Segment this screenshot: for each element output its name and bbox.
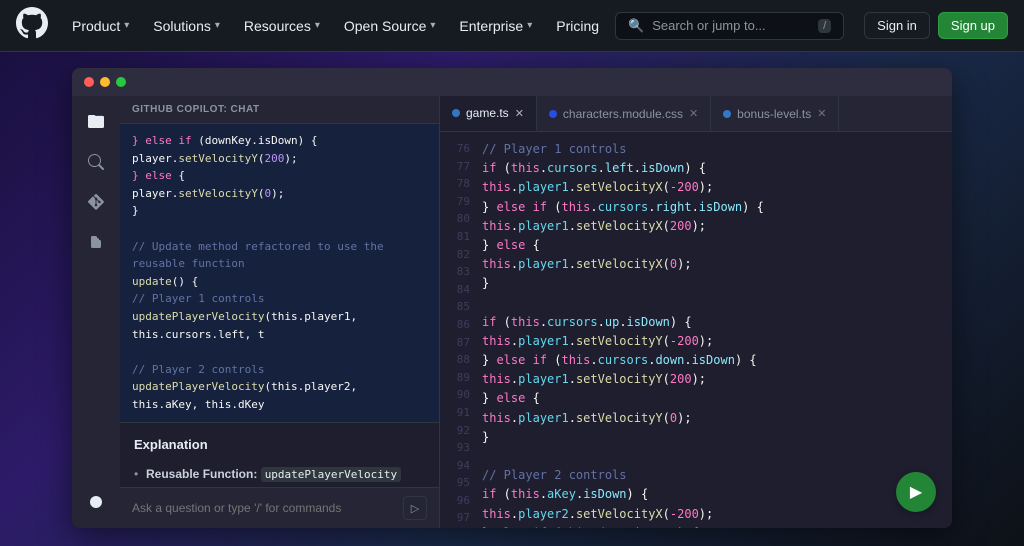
search-kbd: / xyxy=(818,19,831,33)
editor-window: GITHUB COPILOT: CHAT } else if (downKey.… xyxy=(72,68,952,528)
tab-close-characters-css[interactable]: ✕ xyxy=(689,107,698,120)
signup-button[interactable]: Sign up xyxy=(938,12,1008,39)
window-titlebar xyxy=(72,68,952,96)
line-numbers: 7677787980818283848586878889909192939495… xyxy=(440,132,482,528)
sidebar-icon-explorer[interactable] xyxy=(78,104,114,140)
chevron-down-icon: ▾ xyxy=(527,20,532,31)
chevron-down-icon: ▾ xyxy=(430,20,435,31)
tab-game-ts[interactable]: game.ts ✕ xyxy=(440,96,537,131)
tab-close-game-ts[interactable]: ✕ xyxy=(515,107,524,120)
chevron-down-icon: ▾ xyxy=(315,20,320,31)
copilot-input-bar: ▷ xyxy=(120,487,439,528)
sidebar-icon-extensions[interactable] xyxy=(78,224,114,260)
nav-pricing[interactable]: Pricing xyxy=(548,12,607,40)
sidebar-icon-git[interactable] xyxy=(78,184,114,220)
nav-actions: Sign in Sign up xyxy=(864,12,1008,39)
tab-bonus-level-ts[interactable]: bonus-level.ts ✕ xyxy=(711,96,839,131)
copilot-input[interactable] xyxy=(132,501,395,515)
window-dot-yellow[interactable] xyxy=(100,77,110,87)
play-button[interactable]: ▶ xyxy=(896,472,936,512)
sidebar-icon-search[interactable] xyxy=(78,144,114,180)
nav-solutions[interactable]: Solutions ▾ xyxy=(145,12,228,40)
nav-product-label: Product xyxy=(72,18,120,34)
nav-enterprise-label: Enterprise xyxy=(459,18,523,34)
tab-icon-css xyxy=(549,110,557,118)
copilot-panel: GITHUB COPILOT: CHAT } else if (downKey.… xyxy=(120,96,440,528)
chevron-down-icon: ▾ xyxy=(124,20,129,31)
code-content: // Player 1 controls if (this.cursors.le… xyxy=(482,132,952,528)
explanation-title: Explanation xyxy=(134,435,425,456)
explanation-item-1: Reusable Function: updatePlayerVelocity … xyxy=(134,465,425,487)
chevron-down-icon: ▾ xyxy=(215,20,220,31)
github-logo[interactable] xyxy=(16,7,48,44)
navbar: Product ▾ Solutions ▾ Resources ▾ Open S… xyxy=(0,0,1024,52)
tab-characters-css[interactable]: characters.module.css ✕ xyxy=(537,96,711,131)
copilot-explanation: Explanation Reusable Function: updatePla… xyxy=(120,423,439,488)
window-dot-red[interactable] xyxy=(84,77,94,87)
nav-solutions-label: Solutions xyxy=(153,18,211,34)
signin-button[interactable]: Sign in xyxy=(864,12,930,39)
sidebar-icon-copilot[interactable] xyxy=(78,484,114,520)
editor-sidebar xyxy=(72,96,120,528)
tab-close-bonus-level-ts[interactable]: ✕ xyxy=(817,107,826,120)
copilot-send-button[interactable]: ▷ xyxy=(403,496,427,520)
tab-icon-ts2 xyxy=(723,110,731,118)
editor-tabs: game.ts ✕ characters.module.css ✕ bonus-… xyxy=(440,96,952,132)
nav-enterprise[interactable]: Enterprise ▾ xyxy=(451,12,540,40)
nav-open-source-label: Open Source xyxy=(344,18,427,34)
window-dot-green[interactable] xyxy=(116,77,126,87)
code-editor: game.ts ✕ characters.module.css ✕ bonus-… xyxy=(440,96,952,528)
code-area: 7677787980818283848586878889909192939495… xyxy=(440,132,952,528)
nav-product[interactable]: Product ▾ xyxy=(64,12,137,40)
nav-open-source[interactable]: Open Source ▾ xyxy=(336,12,444,40)
search-placeholder: Search or jump to... xyxy=(652,18,810,33)
main-content: GITHUB COPILOT: CHAT } else if (downKey.… xyxy=(0,52,1024,546)
copilot-header: GITHUB COPILOT: CHAT xyxy=(120,96,439,124)
nav-resources[interactable]: Resources ▾ xyxy=(236,12,328,40)
search-icon: 🔍 xyxy=(628,18,644,34)
copilot-code-block: } else if (downKey.isDown) { player.setV… xyxy=(120,124,439,423)
search-bar[interactable]: 🔍 Search or jump to... / xyxy=(615,12,844,40)
tab-icon-ts xyxy=(452,109,460,117)
nav-resources-label: Resources xyxy=(244,18,311,34)
nav-pricing-label: Pricing xyxy=(556,18,599,34)
